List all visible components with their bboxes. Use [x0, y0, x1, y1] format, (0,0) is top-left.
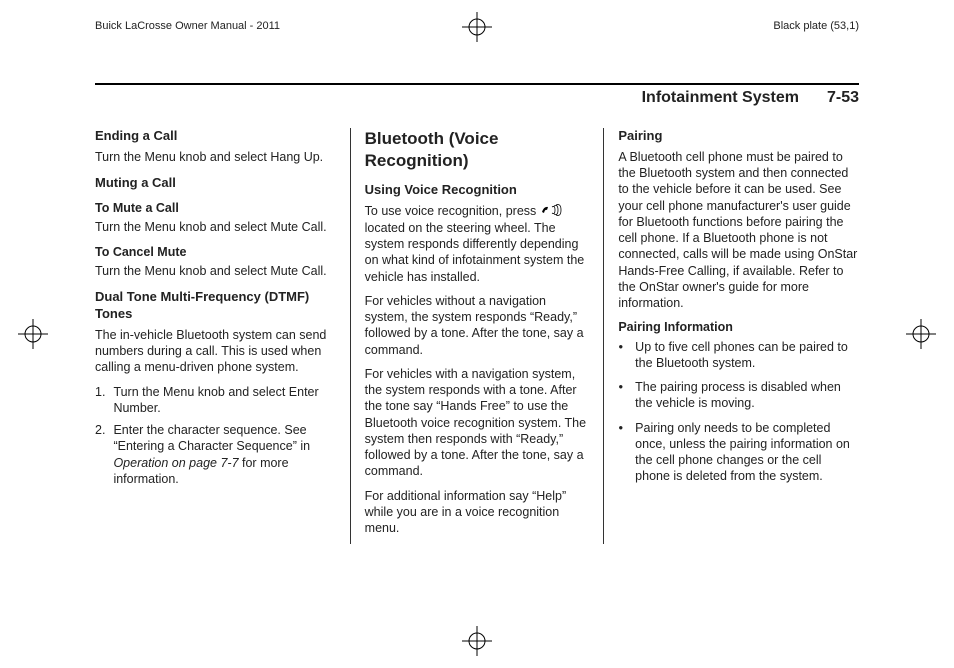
subheading-to-mute: To Mute a Call: [95, 200, 336, 216]
body-text: Turn the Menu knob and select Mute Call.: [95, 263, 336, 279]
list-item: ● Up to five cell phones can be paired t…: [618, 339, 859, 372]
heading-pairing: Pairing: [618, 128, 859, 145]
bullet-icon: ●: [618, 420, 623, 485]
body-text: For vehicles without a navigation system…: [365, 293, 590, 358]
column-3: Pairing A Bluetooth cell phone must be p…: [604, 128, 859, 544]
bullet-icon: ●: [618, 379, 623, 412]
heading-ending-call: Ending a Call: [95, 128, 336, 145]
subheading-cancel-mute: To Cancel Mute: [95, 244, 336, 260]
bullet-icon: ●: [618, 339, 623, 372]
column-1: Ending a Call Turn the Menu knob and sel…: [95, 128, 350, 544]
list-number: 1.: [95, 384, 105, 417]
heading-bluetooth-voice: Bluetooth (Voice Recognition): [365, 128, 590, 172]
heading-dtmf: Dual Tone Multi-Frequency (DTMF) Tones: [95, 289, 336, 323]
list-text: Pairing only needs to be completed once,…: [635, 420, 859, 485]
content-columns: Ending a Call Turn the Menu knob and sel…: [95, 128, 859, 544]
registration-mark-top: [462, 12, 492, 42]
manual-title: Buick LaCrosse Owner Manual - 2011: [95, 20, 280, 32]
body-text: To use voice recognition, press located …: [365, 203, 590, 285]
body-text: The in-vehicle Bluetooth system can send…: [95, 327, 336, 376]
body-text: For additional information say “Help” wh…: [365, 488, 590, 537]
list-item: ● Pairing only needs to be completed onc…: [618, 420, 859, 485]
body-text: A Bluetooth cell phone must be paired to…: [618, 149, 859, 312]
cross-reference: Operation on page 7-7: [113, 456, 238, 470]
list-item: 2. Enter the character sequence. See “En…: [95, 422, 336, 487]
list-text: Up to five cell phones can be paired to …: [635, 339, 859, 372]
list-text: Enter the character sequence. See “Enter…: [113, 422, 335, 487]
body-text: Turn the Menu knob and select Hang Up.: [95, 149, 336, 165]
heading-using-voice: Using Voice Recognition: [365, 182, 590, 199]
list-text: The pairing process is disabled when the…: [635, 379, 859, 412]
registration-mark-right: [906, 319, 936, 349]
voice-button-icon: [540, 204, 562, 220]
list-item: ● The pairing process is disabled when t…: [618, 379, 859, 412]
list-text: Turn the Menu knob and select Enter Numb…: [113, 384, 335, 417]
plate-info: Black plate (53,1): [773, 20, 859, 32]
section-title: Infotainment System: [642, 89, 799, 107]
registration-mark-left: [18, 319, 48, 349]
heading-muting-call: Muting a Call: [95, 175, 336, 192]
list-number: 2.: [95, 422, 105, 487]
heading-pairing-info: Pairing Information: [618, 319, 859, 335]
page-number: 7-53: [827, 89, 859, 107]
column-2: Bluetooth (Voice Recognition) Using Voic…: [350, 128, 605, 544]
body-text: Turn the Menu knob and select Mute Call.: [95, 219, 336, 235]
registration-mark-bottom: [462, 626, 492, 656]
list-item: 1. Turn the Menu knob and select Enter N…: [95, 384, 336, 417]
page-header: Infotainment System 7-53: [95, 83, 859, 107]
body-text: For vehicles with a navigation system, t…: [365, 366, 590, 480]
